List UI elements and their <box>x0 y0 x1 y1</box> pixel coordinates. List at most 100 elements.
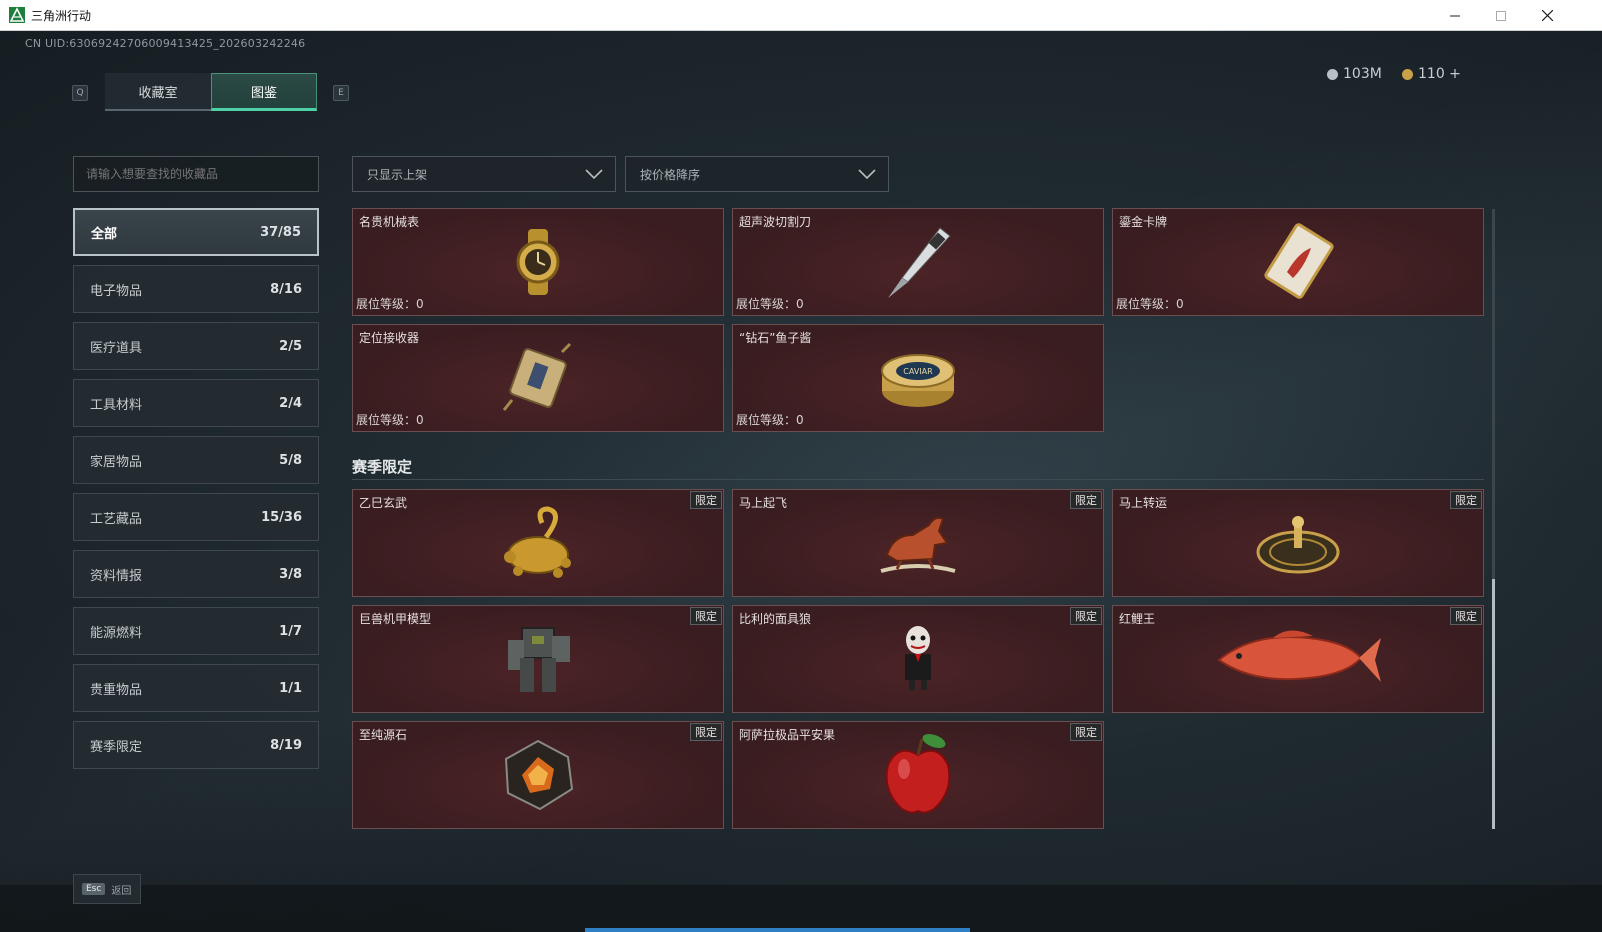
category-seasonal[interactable]: 赛季限定 8/19 <box>73 721 319 769</box>
category-label: 全部 <box>91 226 118 242</box>
category-energy[interactable]: 能源燃料 1/7 <box>73 607 319 655</box>
window-titlebar: 三角洲行动 <box>0 0 1602 31</box>
category-label: 贵重物品 <box>90 682 143 698</box>
category-label: 资料情报 <box>90 568 143 584</box>
currency-silver: 103M <box>1327 66 1382 82</box>
category-count: 1/1 <box>279 680 302 696</box>
category-intel[interactable]: 资料情报 3/8 <box>73 550 319 598</box>
item-level: 展位等级：0 <box>356 413 424 427</box>
back-button[interactable]: Esc 返回 <box>73 874 141 904</box>
item-level: 展位等级：0 <box>736 297 804 311</box>
window-title: 三角洲行动 <box>31 8 92 23</box>
apple-icon <box>885 734 951 814</box>
category-count: 2/4 <box>279 395 302 411</box>
stone-icon <box>504 739 574 811</box>
chevron-down-icon <box>585 169 603 180</box>
item-card[interactable]: 超声波切割刀 展位等级：0 <box>732 208 1104 316</box>
limited-badge: 限定 <box>690 607 722 625</box>
category-valuables[interactable]: 贵重物品 1/1 <box>73 664 319 712</box>
item-name: 名贵机械表 <box>359 215 420 229</box>
chevron-down-icon <box>858 169 876 180</box>
category-label: 医疗道具 <box>90 340 143 356</box>
section-divider <box>352 479 1484 480</box>
item-name: 至纯源石 <box>359 728 408 742</box>
limited-badge: 限定 <box>1070 607 1102 625</box>
item-name: 巨兽机甲模型 <box>359 612 432 626</box>
esc-key: Esc <box>82 883 106 895</box>
scrollbar[interactable] <box>1492 209 1495 829</box>
season-item-card[interactable]: 比利的面具狼 限定 <box>732 605 1104 713</box>
season-item-card[interactable]: 马上转运 限定 <box>1112 489 1484 597</box>
prev-tab-key[interactable]: Q <box>72 85 88 101</box>
close-button[interactable] <box>1524 0 1570 31</box>
category-count: 2/5 <box>279 338 302 354</box>
category-count: 8/16 <box>270 281 302 297</box>
item-card[interactable]: 名贵机械表 展位等级：0 <box>352 208 724 316</box>
item-name: 超声波切割刀 <box>739 215 812 229</box>
item-card[interactable]: 定位接收器 展位等级：0 <box>352 324 724 432</box>
category-label: 工具材料 <box>90 397 143 413</box>
category-household[interactable]: 家居物品 5/8 <box>73 436 319 484</box>
shelf-filter-dropdown[interactable]: 只显示上架 <box>352 156 616 192</box>
category-count: 8/19 <box>270 737 302 753</box>
knife-icon <box>888 227 951 298</box>
item-name: 马上转运 <box>1119 496 1168 510</box>
season-item-card[interactable]: 巨兽机甲模型 限定 <box>352 605 724 713</box>
season-item-card[interactable]: 马上起飞 限定 <box>732 489 1104 597</box>
season-item-card[interactable]: 红鲤王 限定 <box>1112 605 1484 713</box>
turtle-icon <box>504 506 571 578</box>
item-name: 阿萨拉极品平安果 <box>739 728 836 742</box>
search-input[interactable] <box>73 156 319 192</box>
card-icon <box>1264 223 1334 299</box>
item-name: 红鲤王 <box>1119 612 1156 626</box>
item-level: 展位等级：0 <box>356 297 424 311</box>
limited-badge: 限定 <box>1450 491 1482 509</box>
limited-badge: 限定 <box>1070 491 1102 509</box>
category-label: 电子物品 <box>90 283 143 299</box>
tab-collection-room[interactable]: 收藏室 <box>105 73 211 111</box>
carp-icon <box>1217 630 1381 682</box>
season-item-card[interactable]: 至纯源石 限定 <box>352 721 724 829</box>
tab-catalog[interactable]: 图鉴 <box>211 73 317 111</box>
category-electronics[interactable]: 电子物品 8/16 <box>73 265 319 313</box>
category-crafts[interactable]: 工艺藏品 15/36 <box>73 493 319 541</box>
wheel-icon <box>1256 516 1340 574</box>
category-label: 工艺藏品 <box>90 511 143 527</box>
category-all[interactable]: 全部 37/85 <box>73 208 319 256</box>
scrollbar-thumb[interactable] <box>1492 579 1495 829</box>
item-level: 展位等级：0 <box>736 413 804 427</box>
item-name: 马上起飞 <box>739 496 788 510</box>
category-count: 5/8 <box>279 452 302 468</box>
limited-badge: 限定 <box>1450 607 1482 625</box>
limited-badge: 限定 <box>690 723 722 741</box>
category-count: 37/85 <box>260 224 301 240</box>
loading-progress-bar <box>585 928 970 932</box>
item-card[interactable]: “钻石”鱼子酱 CAVIAR 展位等级：0 <box>732 324 1104 432</box>
item-level: 展位等级：0 <box>1116 297 1184 311</box>
category-count: 1/7 <box>279 623 302 639</box>
gold-coin-icon <box>1402 68 1413 80</box>
season-item-card[interactable]: 乙巳玄武 限定 <box>352 489 724 597</box>
sort-dropdown[interactable]: 按价格降序 <box>625 156 889 192</box>
category-label: 赛季限定 <box>90 739 143 755</box>
limited-badge: 限定 <box>690 491 722 509</box>
minimize-button[interactable] <box>1432 0 1478 31</box>
item-card[interactable]: 鎏金卡牌 展位等级：0 <box>1112 208 1484 316</box>
item-name: 乙巳玄武 <box>359 496 408 510</box>
svg-text:CAVIAR: CAVIAR <box>903 367 933 376</box>
season-item-card[interactable]: 阿萨拉极品平安果 限定 <box>732 721 1104 829</box>
next-tab-key[interactable]: E <box>333 85 349 101</box>
caviar-icon: CAVIAR <box>881 354 955 407</box>
category-tools[interactable]: 工具材料 2/4 <box>73 379 319 427</box>
watch-icon <box>516 229 560 295</box>
category-count: 15/36 <box>261 509 302 525</box>
maximize-button[interactable] <box>1478 0 1524 31</box>
receiver-icon <box>502 342 572 411</box>
item-name: 比利的面具狼 <box>739 612 812 626</box>
tab-bar: 收藏室 图鉴 <box>105 73 317 111</box>
category-label: 能源燃料 <box>90 625 143 641</box>
currency-gold[interactable]: 110 + <box>1402 66 1461 82</box>
app-logo-icon <box>9 7 25 23</box>
category-medical[interactable]: 医疗道具 2/5 <box>73 322 319 370</box>
currency-gold-value: 110 + <box>1418 66 1461 82</box>
